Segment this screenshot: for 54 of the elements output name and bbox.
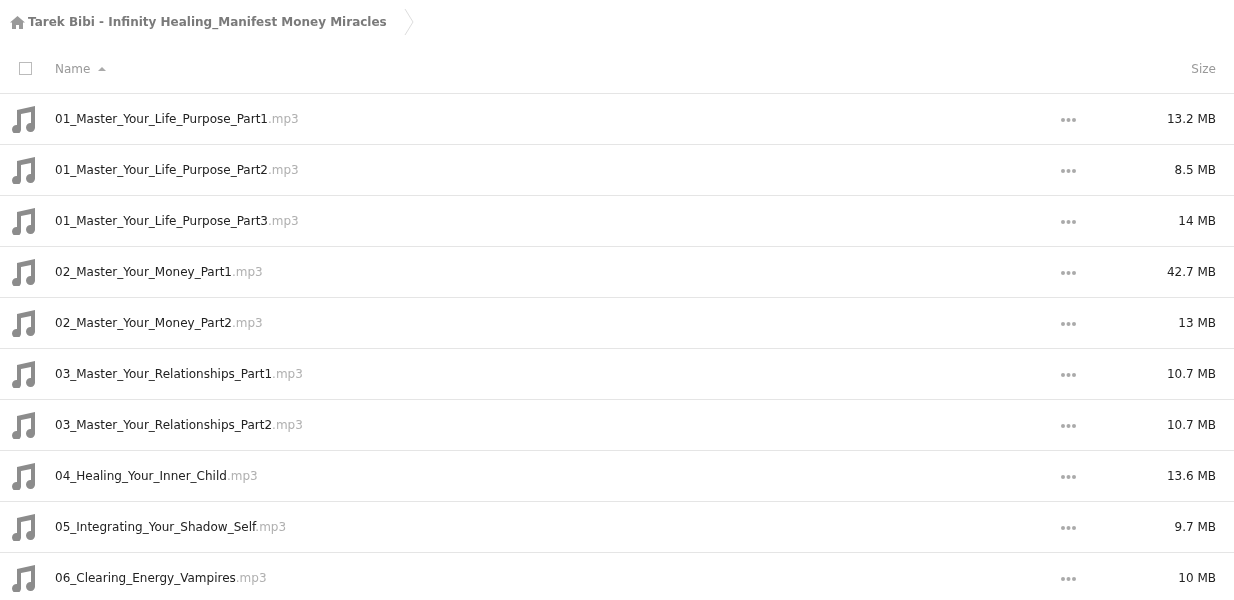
file-size: 9.7 MB xyxy=(1173,519,1217,536)
file-extension: .mp3 xyxy=(235,571,267,586)
music-note-icon xyxy=(11,462,36,490)
file-name[interactable]: 03_Master_Your_Relationships_Part1 xyxy=(55,367,273,382)
more-icon[interactable] xyxy=(1061,220,1076,224)
file-size: 10.7 MB xyxy=(1165,366,1217,383)
chevron-right-icon xyxy=(403,8,414,36)
file-name[interactable]: 04_Healing_Your_Inner_Child xyxy=(55,469,227,484)
file-name[interactable]: 01_Master_Your_Life_Purpose_Part3 xyxy=(55,214,268,229)
breadcrumb-link[interactable]: Tarek Bibi - Infinity Healing_Manifest Money Miracles xyxy=(28,13,387,31)
music-note-icon xyxy=(11,258,36,286)
file-size: 13 MB xyxy=(1177,315,1217,332)
music-note-icon xyxy=(11,513,36,541)
file-extension: .mp3 xyxy=(272,418,303,433)
music-note-icon xyxy=(11,411,36,439)
select-all-checkbox[interactable] xyxy=(19,62,32,75)
music-note-icon xyxy=(11,207,36,235)
file-extension: .mp3 xyxy=(268,214,299,229)
file-extension: .mp3 xyxy=(268,163,299,178)
more-icon[interactable] xyxy=(1061,526,1076,530)
file-name[interactable]: 02_Master_Your_Money_Part2 xyxy=(55,316,232,331)
file-extension: .mp3 xyxy=(232,265,263,280)
music-note-icon xyxy=(11,156,36,184)
music-note-icon xyxy=(11,360,36,388)
file-name[interactable]: 03_Master_Your_Relationships_Part2 xyxy=(55,418,273,433)
file-extension: .mp3 xyxy=(232,316,263,331)
music-note-icon xyxy=(11,309,36,337)
file-size: 13.6 MB xyxy=(1165,468,1217,485)
more-icon[interactable] xyxy=(1061,271,1076,275)
file-name[interactable]: 02_Master_Your_Money_Part1 xyxy=(55,265,232,280)
file-name[interactable]: 01_Master_Your_Life_Purpose_Part2 xyxy=(55,163,268,178)
music-note-icon xyxy=(11,105,36,133)
file-extension: .mp3 xyxy=(272,367,303,382)
file-size: 10.7 MB xyxy=(1165,417,1217,434)
more-icon[interactable] xyxy=(1061,424,1076,428)
music-note-icon xyxy=(11,564,36,592)
file-size: 8.5 MB xyxy=(1173,162,1217,179)
more-icon[interactable] xyxy=(1061,373,1076,377)
more-icon[interactable] xyxy=(1061,118,1076,122)
home-icon[interactable] xyxy=(10,15,25,29)
file-name[interactable]: 01_Master_Your_Life_Purpose_Part1 xyxy=(55,112,268,127)
file-size: 14 MB xyxy=(1177,213,1217,230)
file-size: 13.2 MB xyxy=(1165,111,1217,128)
file-extension: .mp3 xyxy=(268,112,299,127)
file-extension: .mp3 xyxy=(226,469,258,484)
file-name[interactable]: 06_Clearing_Energy_Vampires xyxy=(55,571,236,586)
more-icon[interactable] xyxy=(1061,169,1076,173)
file-extension: .mp3 xyxy=(255,520,287,535)
file-size: 10 MB xyxy=(1177,570,1217,587)
more-icon[interactable] xyxy=(1061,322,1076,326)
file-size: 42.7 MB xyxy=(1165,264,1217,281)
file-name[interactable]: 05_Integrating_Your_Shadow_Self xyxy=(55,520,256,535)
more-icon[interactable] xyxy=(1061,577,1076,581)
more-icon[interactable] xyxy=(1061,475,1076,479)
